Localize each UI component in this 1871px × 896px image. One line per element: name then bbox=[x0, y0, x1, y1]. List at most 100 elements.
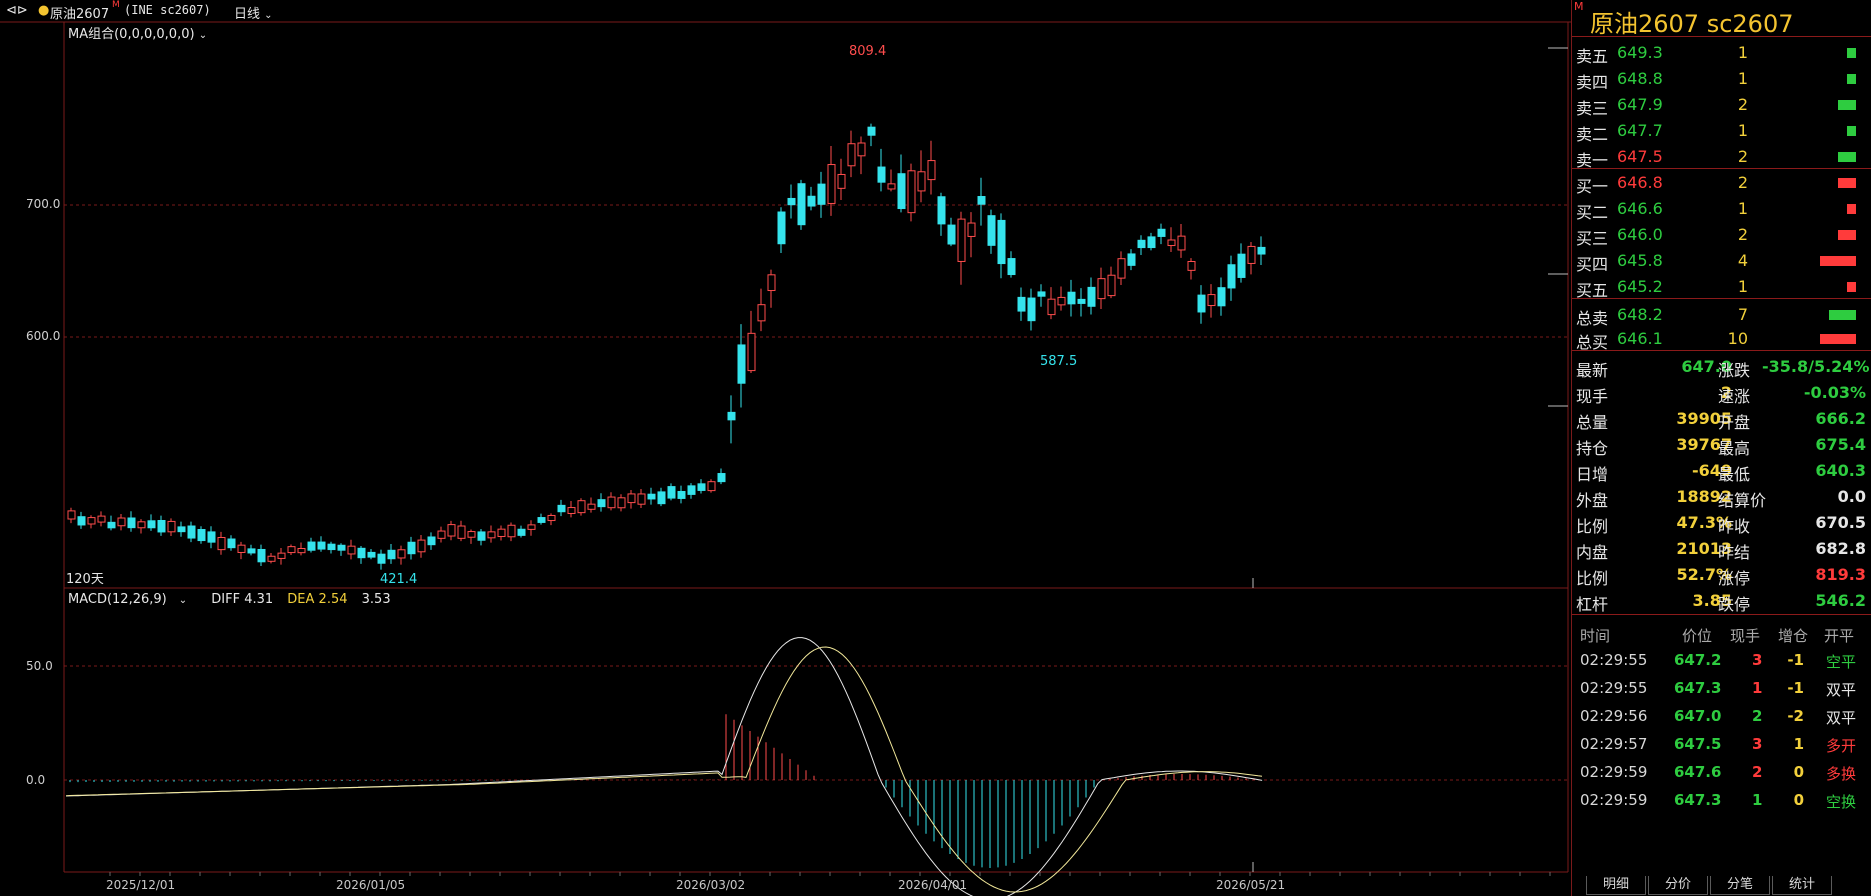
tick-type: 双平 bbox=[1826, 681, 1857, 699]
total-price: 648.2 bbox=[1617, 305, 1663, 324]
kline-chart[interactable] bbox=[0, 0, 1571, 896]
candle-body bbox=[277, 552, 286, 559]
tick-row[interactable]: 02:29:55 647.2 3 -1 空平 bbox=[1572, 646, 1871, 674]
info-value: 2 bbox=[1720, 383, 1732, 402]
tick-row[interactable]: 02:29:59 647.6 2 0 多换 bbox=[1572, 758, 1871, 786]
book-price: 646.6 bbox=[1617, 199, 1663, 218]
candle-body bbox=[717, 473, 726, 483]
book-row[interactable]: 卖二 647.7 1 bbox=[1572, 118, 1871, 144]
tick-row[interactable]: 02:29:59 647.3 1 0 空换 bbox=[1572, 786, 1871, 814]
info-row: 比例 52.7% 涨停 819.3 bbox=[1572, 562, 1871, 588]
macd-value: 3.53 bbox=[361, 592, 391, 607]
candle-body bbox=[577, 500, 586, 514]
book-row[interactable]: 卖三 647.9 2 bbox=[1572, 92, 1871, 118]
candle-body bbox=[527, 524, 536, 530]
book-row[interactable]: 买三 646.0 2 bbox=[1572, 222, 1871, 248]
tick-row[interactable]: 02:29:56 647.0 2 -2 双平 bbox=[1572, 702, 1871, 730]
info-value-2: 670.5 bbox=[1815, 513, 1866, 532]
period-select[interactable]: 日线 ⌄ bbox=[234, 3, 273, 22]
candle-body bbox=[1087, 286, 1096, 307]
book-row[interactable]: 卖一 647.5 2 bbox=[1572, 144, 1871, 170]
book-row[interactable]: 买五 645.2 1 bbox=[1572, 274, 1871, 300]
divider bbox=[1572, 36, 1871, 37]
tab-price[interactable]: 分价 bbox=[1648, 876, 1708, 895]
symbol-code: (INE sc2607) bbox=[124, 3, 211, 17]
info-label-2: 最低 bbox=[1718, 465, 1751, 484]
period-label: 日线 bbox=[234, 7, 261, 22]
kline-chart-area[interactable]: ⊲⊳ ● 原油2607 M (INE sc2607) 日线 ⌄ MA组合(0,0… bbox=[0, 0, 1571, 896]
info-label: 现手 bbox=[1576, 387, 1609, 406]
book-volume: 2 bbox=[1737, 147, 1748, 166]
tick-row[interactable]: 02:29:57 647.5 3 1 多开 bbox=[1572, 730, 1871, 758]
candle-body bbox=[237, 544, 246, 553]
chevron-down-icon: ⌄ bbox=[198, 30, 208, 41]
candle-body bbox=[427, 536, 436, 546]
info-value: -649 bbox=[1691, 461, 1732, 480]
candle-body bbox=[1007, 258, 1016, 276]
tab-detail[interactable]: 明细 bbox=[1586, 876, 1646, 895]
book-row[interactable]: 买二 646.6 1 bbox=[1572, 196, 1871, 222]
info-label: 内盘 bbox=[1576, 543, 1609, 562]
symbol-marker-dot: ● bbox=[38, 3, 50, 18]
candle-body bbox=[367, 551, 376, 558]
candle-body bbox=[1167, 239, 1176, 247]
candle-body bbox=[187, 525, 196, 539]
x-date-1: 2025/12/01 bbox=[106, 878, 176, 892]
volume-bar bbox=[1838, 178, 1856, 188]
tick-header-row: 时间 价位 现手 增仓 开平 bbox=[1572, 620, 1871, 648]
candle-body bbox=[1017, 296, 1026, 312]
info-value: 18892 bbox=[1676, 487, 1732, 506]
book-row[interactable]: 卖五 649.3 1 bbox=[1572, 40, 1871, 66]
candle-body bbox=[687, 485, 696, 495]
candle-body bbox=[447, 524, 456, 537]
info-row: 总量 39905 开盘 666.2 bbox=[1572, 406, 1871, 432]
candle-body bbox=[1027, 297, 1036, 322]
macd-name-text: MACD(12,26,9) bbox=[68, 592, 167, 607]
info-row: 内盘 21013 昨结 682.8 bbox=[1572, 536, 1871, 562]
tick-price: 647.3 bbox=[1674, 791, 1722, 809]
book-price: 645.2 bbox=[1617, 277, 1663, 296]
tick-time: 02:29:59 bbox=[1580, 763, 1648, 781]
info-label-2: 昨结 bbox=[1718, 543, 1751, 562]
macd-legend[interactable]: MACD(12,26,9) ⌄ DIFF 4.31 DEA 2.54 3.53 bbox=[68, 592, 401, 607]
volume-bar bbox=[1838, 100, 1856, 110]
candle-body bbox=[457, 525, 466, 539]
ma-legend[interactable]: MA组合(0,0,0,0,0,0) ⌄ bbox=[68, 23, 207, 42]
info-value-2: 819.3 bbox=[1815, 565, 1866, 584]
candle-body bbox=[1107, 274, 1116, 297]
symbol-label[interactable]: 原油2607 bbox=[50, 3, 109, 22]
candle-body bbox=[537, 517, 546, 523]
book-row[interactable]: 卖四 648.8 1 bbox=[1572, 66, 1871, 92]
tab-tick[interactable]: 分笔 bbox=[1710, 876, 1770, 895]
double-arrow-icon[interactable]: ⊲⊳ bbox=[6, 3, 28, 18]
candle-body bbox=[637, 493, 646, 505]
candle-body bbox=[77, 516, 86, 526]
panel-title: 原油2607 sc2607 bbox=[1590, 10, 1794, 38]
tick-type: 空换 bbox=[1826, 793, 1857, 811]
tick-row[interactable]: 02:29:55 647.3 1 -1 双平 bbox=[1572, 674, 1871, 702]
candle-body bbox=[917, 171, 926, 192]
book-volume: 4 bbox=[1737, 251, 1748, 270]
volume-bar bbox=[1847, 74, 1856, 84]
volume-bar bbox=[1838, 152, 1856, 162]
candle-body bbox=[337, 544, 346, 551]
candle-body bbox=[1067, 291, 1076, 305]
candle-body bbox=[347, 545, 356, 555]
info-label-2: 昨收 bbox=[1718, 517, 1751, 536]
ma-legend-label: MA组合(0,0,0,0,0,0) bbox=[68, 27, 195, 42]
volume-bar bbox=[1829, 310, 1856, 320]
book-row[interactable]: 买四 645.8 4 bbox=[1572, 248, 1871, 274]
candle-body bbox=[957, 218, 966, 262]
candle-body bbox=[317, 541, 326, 550]
candle-body bbox=[1127, 253, 1136, 266]
candle-body bbox=[747, 332, 756, 372]
macd-level-50: 50.0 bbox=[26, 659, 53, 673]
volume-bar bbox=[1847, 48, 1856, 58]
tick-change: -1 bbox=[1787, 651, 1804, 669]
tab-stats[interactable]: 统计 bbox=[1772, 876, 1832, 895]
high-annotation: 809.4 bbox=[849, 44, 887, 59]
book-row[interactable]: 买一 646.8 2 bbox=[1572, 170, 1871, 196]
candle-body bbox=[947, 224, 956, 245]
x-date-5: 2026/05/21 bbox=[1216, 878, 1286, 892]
candle-body bbox=[757, 304, 766, 322]
